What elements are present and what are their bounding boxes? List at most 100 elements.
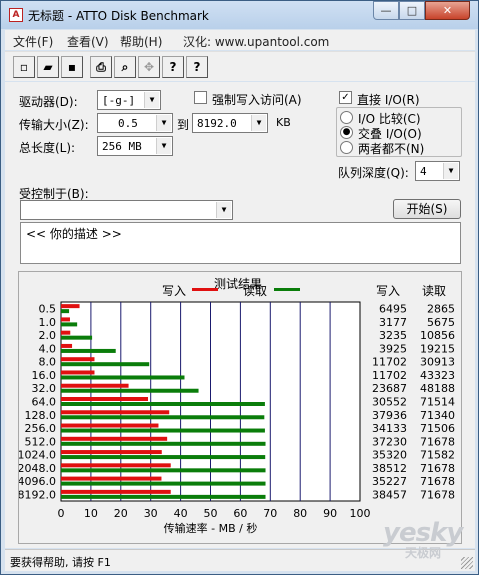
x-tick-label: 100 [350, 507, 371, 520]
read-value: 71678 [420, 488, 455, 501]
read-value: 71678 [420, 475, 455, 488]
resize-grip-icon[interactable] [461, 557, 473, 569]
read-bar [61, 375, 185, 380]
app-window: A 无标题 - ATTO Disk Benchmark — □ ✕ 文件(F) … [0, 0, 479, 575]
maximize-button[interactable]: □ [399, 1, 425, 20]
queue-depth-value: 4 [420, 165, 427, 178]
write-value: 23687 [372, 382, 407, 395]
close-button[interactable]: ✕ [425, 1, 470, 20]
force-write-label: 强制写入访问(A) [212, 93, 302, 107]
write-value: 37936 [372, 409, 407, 422]
write-value: 35320 [372, 449, 407, 462]
title-bar[interactable]: A 无标题 - ATTO Disk Benchmark — □ ✕ [1, 1, 478, 29]
write-bar [61, 450, 162, 455]
toolbar: ▫ ▰ ▪ ⎙ ⌕ ✥ ? ? [5, 51, 475, 81]
write-bar [61, 330, 71, 335]
chevron-down-icon: ▼ [156, 115, 171, 131]
menu-file[interactable]: 文件(F) [13, 33, 53, 50]
transfer-to-label: 到 [177, 118, 190, 132]
context-help-icon[interactable]: ? [186, 56, 208, 78]
window-title: 无标题 - ATTO Disk Benchmark [28, 9, 209, 23]
write-bar [61, 489, 171, 494]
x-tick-label: 0 [58, 507, 65, 520]
y-tick-label: 8192.0 [19, 488, 56, 501]
drive-value: [-g-] [102, 94, 136, 107]
radio-io-compare[interactable] [340, 111, 353, 124]
write-bar [61, 436, 168, 441]
y-tick-label: 2.0 [39, 329, 57, 342]
minimize-button[interactable]: — [373, 1, 399, 20]
description-input[interactable]: << 你的描述 >> [20, 222, 461, 264]
y-tick-label: 4096.0 [19, 475, 56, 488]
read-value: 5675 [427, 316, 455, 329]
write-value: 3177 [379, 316, 407, 329]
write-value: 37230 [372, 435, 407, 448]
write-bar [61, 463, 171, 468]
x-tick-label: 10 [84, 507, 98, 520]
x-tick-label: 80 [293, 507, 307, 520]
menu-localization[interactable]: 汉化: www.upantool.com [183, 33, 329, 50]
menu-bar: 文件(F) 查看(V) 帮助(H) 汉化: www.upantool.com [5, 30, 475, 50]
force-write-checkbox[interactable] [194, 91, 207, 104]
write-bar [61, 397, 149, 401]
y-tick-label: 8.0 [39, 356, 57, 369]
app-icon: A [9, 8, 23, 22]
x-tick-label: 40 [174, 507, 188, 520]
start-button[interactable]: 开始(S) [393, 199, 461, 219]
drive-select[interactable]: [-g-] ▼ [97, 90, 161, 110]
queue-depth-select[interactable]: 4 ▼ [415, 161, 460, 181]
direct-io-checkbox[interactable]: ✓ [339, 91, 352, 104]
transfer-from-select[interactable]: 0.5 ▼ [97, 113, 173, 133]
print-icon[interactable]: ⎙ [90, 56, 112, 78]
benchmark-chart: 写入 读取 写入 读取 0 10 20 30 40 50 60 70 80 90 100 传输速率 - MB … [19, 284, 455, 535]
read-value: 71506 [420, 422, 455, 435]
write-bar [61, 343, 73, 348]
column-header-write: 写入 [376, 284, 400, 298]
read-value: 71582 [420, 449, 455, 462]
read-bar [61, 481, 266, 486]
total-length-select[interactable]: 256 MB ▼ [97, 136, 173, 156]
open-icon[interactable]: ▰ [37, 56, 59, 78]
read-value: 48188 [420, 382, 455, 395]
new-icon[interactable]: ▫ [13, 56, 35, 78]
radio-overlapped-io[interactable]: ● [340, 126, 353, 139]
save-icon[interactable]: ▪ [61, 56, 83, 78]
total-length-value: 256 MB [102, 140, 142, 153]
x-tick-label: 60 [233, 507, 247, 520]
transfer-unit: KB [276, 116, 291, 129]
read-bar [61, 388, 199, 393]
controlled-by-select[interactable]: ▼ [20, 200, 233, 220]
column-header-read: 读取 [422, 284, 446, 298]
move-icon[interactable]: ✥ [138, 56, 160, 78]
read-value: 2865 [427, 303, 455, 316]
read-bar [61, 428, 265, 433]
watermark-subtitle: 天极网 [405, 546, 442, 560]
write-bar [61, 383, 129, 388]
write-bar [61, 423, 159, 428]
transfer-size-label: 传输大小(Z): [19, 118, 89, 132]
y-tick-label: 512.0 [25, 435, 57, 448]
menu-view[interactable]: 查看(V) [67, 33, 109, 50]
y-tick-label: 1.0 [39, 316, 57, 329]
write-bar [61, 304, 80, 309]
read-bar [61, 494, 266, 499]
transfer-to-select[interactable]: 8192.0 ▼ [192, 113, 268, 133]
read-bar [61, 441, 266, 446]
chevron-down-icon: ▼ [156, 138, 171, 154]
x-tick-label: 70 [263, 507, 277, 520]
watermark: yesky 天极网 [383, 518, 477, 560]
legend-read-label: 读取 [243, 284, 267, 298]
write-bar [61, 410, 170, 415]
write-bar [61, 370, 95, 375]
print-preview-icon[interactable]: ⌕ [114, 56, 136, 78]
description-text: << 你的描述 >> [26, 227, 122, 241]
write-value: 38457 [372, 488, 407, 501]
read-value: 71514 [420, 396, 455, 409]
radio-neither[interactable] [340, 141, 353, 154]
help-icon[interactable]: ? [162, 56, 184, 78]
read-value: 71678 [420, 435, 455, 448]
transfer-to-value: 8192.0 [197, 117, 237, 130]
write-value: 38512 [372, 462, 407, 475]
status-text: 要获得帮助, 请按 F1 [10, 556, 111, 569]
menu-help[interactable]: 帮助(H) [120, 33, 162, 50]
